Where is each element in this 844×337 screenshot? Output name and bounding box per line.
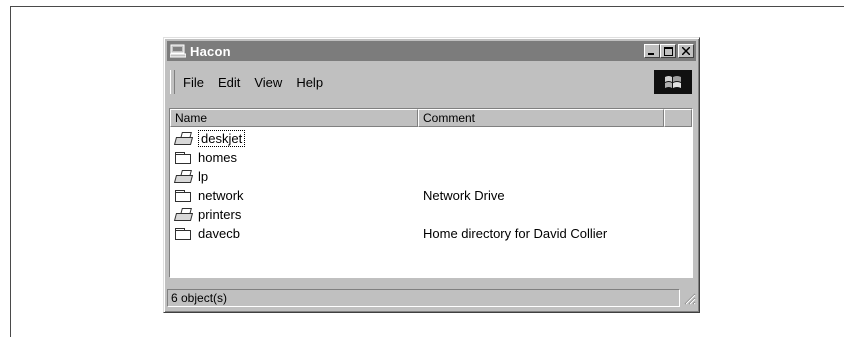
item-name: network: [198, 188, 244, 203]
menu-grip: [170, 70, 175, 94]
column-header-filler: [664, 109, 692, 127]
windows-logo-icon: [654, 70, 692, 94]
list-item[interactable]: deskjet: [170, 129, 692, 148]
printer-icon: [173, 131, 196, 146]
item-name: printers: [198, 207, 242, 222]
maximize-button[interactable]: [660, 44, 676, 58]
printer-icon: [173, 169, 196, 184]
menu-file[interactable]: File: [183, 75, 204, 90]
item-comment: Network Drive: [423, 188, 505, 203]
menu-help[interactable]: Help: [296, 75, 323, 90]
column-header-name[interactable]: Name: [170, 109, 418, 127]
file-list[interactable]: Name Comment deskjet homes lp network Ne…: [169, 108, 693, 278]
minimize-button[interactable]: [644, 44, 660, 58]
item-name: davecb: [198, 226, 240, 241]
status-bar: 6 object(s): [167, 287, 696, 309]
list-item[interactable]: printers: [170, 205, 692, 224]
list-rows: deskjet homes lp network Network Drive p…: [170, 127, 692, 243]
menu-edit[interactable]: Edit: [218, 75, 240, 90]
title-bar[interactable]: Hacon: [167, 41, 696, 61]
folder-icon: [174, 189, 196, 203]
list-item[interactable]: davecb Home directory for David Collier: [170, 224, 692, 243]
folder-icon: [174, 151, 196, 165]
menu-bar: File Edit View Help: [167, 64, 696, 100]
folder-icon: [174, 227, 196, 241]
item-name: deskjet: [198, 130, 246, 147]
list-item[interactable]: lp: [170, 167, 692, 186]
column-header-comment[interactable]: Comment: [418, 109, 664, 127]
close-button[interactable]: [678, 44, 694, 58]
page-frame-left: [10, 6, 11, 337]
window-title: Hacon: [190, 43, 231, 59]
item-name: homes: [198, 150, 238, 165]
list-header: Name Comment: [170, 109, 692, 127]
item-comment: Home directory for David Collier: [423, 226, 608, 241]
page-frame-top: [10, 6, 844, 7]
resize-grip-icon[interactable]: [682, 291, 696, 305]
menu-view[interactable]: View: [254, 75, 282, 90]
explorer-window: Hacon File Edit View Help Name Comment d…: [163, 37, 700, 313]
item-name: lp: [198, 169, 209, 184]
list-item[interactable]: homes: [170, 148, 692, 167]
computer-icon: [169, 44, 187, 58]
printer-icon: [173, 207, 196, 222]
status-text: 6 object(s): [167, 289, 680, 307]
list-item[interactable]: network Network Drive: [170, 186, 692, 205]
